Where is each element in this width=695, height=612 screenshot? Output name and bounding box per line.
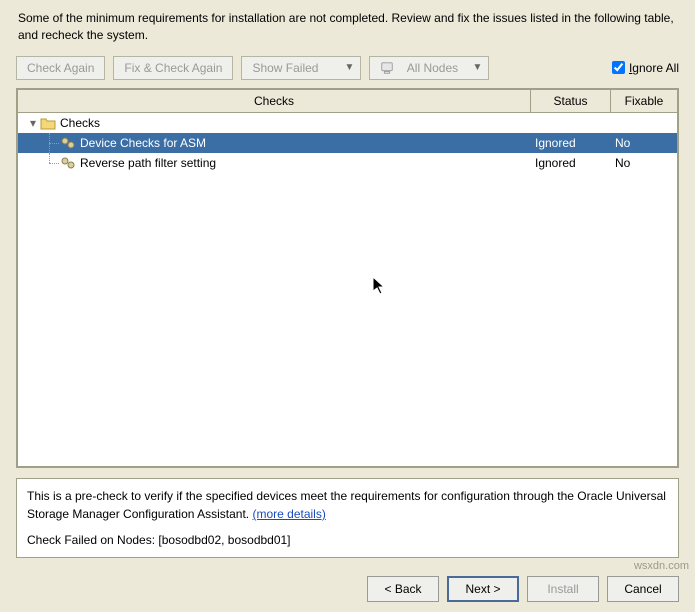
row-status: Ignored — [531, 133, 611, 153]
all-nodes-dropdown[interactable]: All Nodes ▼ — [369, 56, 489, 80]
table-body: ▾ Checks Device C — [18, 113, 677, 466]
row-status: Ignored — [531, 153, 611, 173]
row-label: Device Checks for ASM — [80, 133, 206, 153]
table-header: Checks Status Fixable — [18, 90, 677, 113]
failed-nodes-text: Check Failed on Nodes: [bosodbd02, bosod… — [27, 531, 668, 549]
ignore-all-checkbox-wrap[interactable]: Ignore All — [612, 61, 679, 75]
instruction-text: Some of the minimum requirements for ins… — [0, 0, 695, 52]
more-details-link[interactable]: (more details) — [252, 507, 325, 521]
group-label: Checks — [60, 113, 100, 133]
col-header-fixable[interactable]: Fixable — [611, 90, 677, 112]
details-panel: This is a pre-check to verify if the spe… — [16, 478, 679, 558]
row-label: Reverse path filter setting — [80, 153, 216, 173]
expand-icon[interactable]: ▾ — [26, 113, 40, 133]
check-again-button[interactable]: Check Again — [16, 56, 105, 80]
details-text: This is a pre-check to verify if the spe… — [27, 489, 666, 521]
ignore-all-checkbox[interactable] — [612, 61, 625, 74]
chevron-down-icon: ▼ — [345, 62, 355, 73]
ignore-all-label: gnore All — [632, 61, 679, 75]
gears-icon — [60, 136, 76, 150]
fix-and-check-again-button[interactable]: Fix & Check Again — [113, 56, 233, 80]
nodes-icon — [380, 61, 394, 75]
checks-table: Checks Status Fixable ▾ Checks — [16, 88, 679, 468]
chevron-down-icon: ▼ — [473, 62, 483, 73]
col-header-checks[interactable]: Checks — [18, 90, 531, 112]
toolbar: Check Again Fix & Check Again Show Faile… — [0, 52, 695, 88]
tree-group-checks[interactable]: ▾ Checks — [18, 113, 677, 133]
cancel-button[interactable]: Cancel — [607, 576, 679, 602]
wizard-nav: < Back Next > Install Cancel — [0, 568, 695, 612]
row-fixable: No — [611, 133, 677, 153]
gears-icon — [60, 156, 76, 170]
next-button[interactable]: Next > — [447, 576, 519, 602]
install-button[interactable]: Install — [527, 576, 599, 602]
row-fixable: No — [611, 153, 677, 173]
col-header-status[interactable]: Status — [531, 90, 611, 112]
table-row[interactable]: Reverse path filter setting Ignored No — [18, 153, 677, 173]
show-failed-dropdown[interactable]: Show Failed ▼ — [241, 56, 361, 80]
table-row[interactable]: Device Checks for ASM Ignored No — [18, 133, 677, 153]
back-button[interactable]: < Back — [367, 576, 439, 602]
folder-icon — [40, 116, 56, 130]
